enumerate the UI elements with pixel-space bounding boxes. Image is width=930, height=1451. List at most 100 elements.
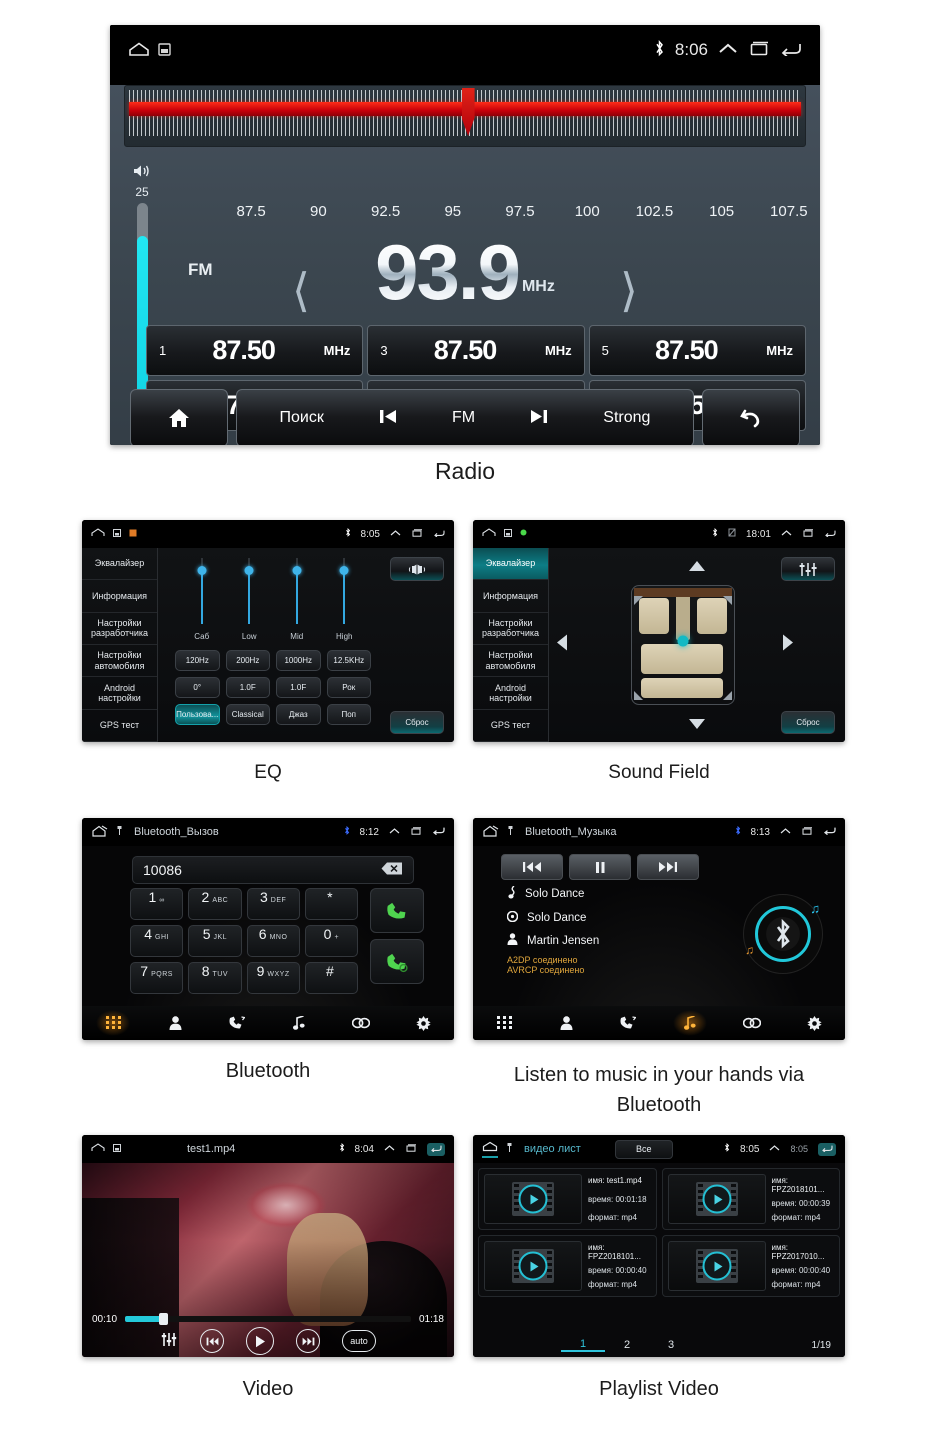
- sidebar-item-0[interactable]: Эквалайзер: [82, 548, 157, 581]
- chevron-up-icon[interactable]: [384, 1144, 395, 1155]
- home-icon[interactable]: [482, 528, 496, 540]
- playlist-grid[interactable]: имя: test1.mp4 время: 00:01:18 формат: mp4…: [478, 1168, 840, 1297]
- recents-icon[interactable]: [802, 528, 814, 540]
- back-icon[interactable]: [818, 1142, 836, 1156]
- next-track-button[interactable]: [637, 854, 699, 880]
- dial-key-4[interactable]: 4 GHI: [130, 925, 184, 957]
- video-controls[interactable]: auto: [82, 1327, 454, 1355]
- slider-knob[interactable]: [197, 566, 207, 575]
- eq-preset-button[interactable]: 1000Hz: [276, 650, 321, 671]
- sidebar-item-5[interactable]: GPS тест: [473, 710, 548, 742]
- playlist-screen[interactable]: видео лист Все 8:05 8:05 имя: test1.mp4 в…: [473, 1135, 845, 1357]
- dial-key-0[interactable]: 0 +: [304, 925, 358, 957]
- page-button-2[interactable]: 2: [605, 1339, 649, 1351]
- settings-sidebar[interactable]: Эквалайзер Информация Настройки разработчи…: [82, 548, 158, 742]
- settings-gear-icon[interactable]: [406, 1010, 440, 1036]
- eq-button-grid[interactable]: 120Hz 200Hz 1000Hz 12.5KHz 0° 1.0F 1.0F Рок Поль…: [175, 650, 371, 725]
- video-list-item[interactable]: имя: FPZ2018101... время: 00:00:39 формат:…: [661, 1168, 840, 1230]
- home-icon[interactable]: [91, 528, 105, 540]
- eq-preset-button[interactable]: Джаз: [276, 704, 321, 725]
- eq-preset-button[interactable]: 1.0F: [276, 677, 321, 698]
- home-icon[interactable]: [128, 42, 150, 59]
- preset-button[interactable]: 1 87.50 MHz: [146, 325, 364, 376]
- back-icon[interactable]: [780, 41, 802, 59]
- slider-knob[interactable]: [244, 566, 254, 575]
- recents-icon[interactable]: [405, 1143, 417, 1155]
- back-icon[interactable]: [433, 529, 445, 540]
- sidebar-item-4[interactable]: Android настройки: [473, 677, 548, 710]
- dial-key-2[interactable]: 2 ABC: [188, 888, 242, 920]
- eq-preset-button[interactable]: 120Hz: [175, 650, 220, 671]
- call-history-icon[interactable]: [220, 1010, 254, 1036]
- bluetooth-dial-screen[interactable]: Bluetooth_Вызов 8:12 10086 1 ∞ 2 ABC 3 DEF * 4 G…: [82, 818, 454, 1040]
- sf-up-button[interactable]: [689, 558, 705, 576]
- screenshot-icon[interactable]: [158, 42, 171, 59]
- video-seek-row[interactable]: 00:10 01:18: [82, 1311, 454, 1327]
- playlist-pager[interactable]: 1 2 3 1/19: [473, 1335, 845, 1355]
- slider-knob[interactable]: [339, 566, 349, 575]
- play-button[interactable]: [246, 1327, 274, 1355]
- dial-key-1[interactable]: 1 ∞: [130, 888, 184, 920]
- eq-preset-button[interactable]: Пользова...: [175, 704, 220, 725]
- back-icon[interactable]: [427, 1142, 445, 1156]
- dial-key-5[interactable]: 5 JKL: [188, 925, 242, 957]
- eq-reset-button[interactable]: Сброс: [390, 711, 444, 734]
- eq-slider-group[interactable]: Саб Low Mid High: [178, 556, 368, 648]
- home-button[interactable]: [130, 389, 228, 445]
- video-thumbnail[interactable]: [484, 1174, 582, 1224]
- play-icon[interactable]: [702, 1184, 731, 1214]
- eq-preset-button[interactable]: 200Hz: [225, 650, 270, 671]
- eq-preset-button[interactable]: Поп: [326, 704, 371, 725]
- eq-preset-button[interactable]: 0°: [175, 677, 220, 698]
- backspace-icon[interactable]: [381, 862, 403, 878]
- sf-reset-button[interactable]: Сброс: [781, 711, 835, 734]
- signal-strength-label[interactable]: Strong: [603, 409, 650, 427]
- eq-preset-button[interactable]: 1.0F: [225, 677, 270, 698]
- chevron-up-icon[interactable]: [390, 529, 401, 540]
- bt-tab-bar[interactable]: [82, 1006, 454, 1040]
- equalizer-button[interactable]: [781, 557, 835, 581]
- bt-music-screen[interactable]: Bluetooth_Музыка 8:13 Solo Dance Solo Da…: [473, 818, 845, 1040]
- hangup-button[interactable]: [370, 939, 424, 984]
- sidebar-item-3[interactable]: Настройки автомобиля: [82, 645, 157, 678]
- sidebar-item-5[interactable]: GPS тест: [82, 710, 157, 742]
- video-thumbnail[interactable]: [667, 1241, 766, 1291]
- video-thumbnail[interactable]: [484, 1241, 582, 1291]
- skip-next-icon[interactable]: [528, 405, 550, 431]
- contacts-icon[interactable]: [549, 1010, 583, 1036]
- radio-tuner-scale[interactable]: [124, 85, 806, 147]
- video-list-item[interactable]: имя: FPZ2018101... время: 00:00:40 формат:…: [478, 1235, 657, 1297]
- dial-key-9[interactable]: 9 WXYZ: [246, 962, 300, 994]
- video-list-item[interactable]: имя: FPZ2017010... время: 00:00:40 формат:…: [661, 1235, 840, 1297]
- sidebar-item-1[interactable]: Информация: [82, 580, 157, 613]
- video-content[interactable]: 00:10 01:18 auto: [82, 1163, 454, 1357]
- auto-button[interactable]: auto: [342, 1330, 376, 1352]
- dialpad-icon[interactable]: [487, 1010, 521, 1036]
- recents-icon[interactable]: [748, 41, 770, 59]
- dial-key-*[interactable]: *: [304, 888, 358, 920]
- radio-control-bar[interactable]: Поиск FM Strong: [236, 389, 694, 445]
- music-note-icon[interactable]: [673, 1010, 707, 1036]
- next-track-button[interactable]: [296, 1329, 320, 1353]
- link-icon[interactable]: [735, 1010, 769, 1036]
- dial-key-8[interactable]: 8 TUV: [188, 962, 242, 994]
- back-icon[interactable]: [824, 529, 836, 540]
- eq-slider[interactable]: High: [321, 556, 369, 648]
- playlist-content[interactable]: имя: test1.mp4 время: 00:01:18 формат: mp4…: [473, 1163, 845, 1357]
- sf-down-button[interactable]: [689, 716, 705, 734]
- page-button-1[interactable]: 1: [561, 1338, 605, 1352]
- sound-focus-dot[interactable]: [677, 635, 689, 647]
- dial-key-#[interactable]: #: [304, 962, 358, 994]
- back-icon[interactable]: [432, 826, 445, 838]
- btm-tab-bar[interactable]: [473, 1006, 845, 1040]
- back-icon[interactable]: [823, 826, 836, 838]
- dial-key-6[interactable]: 6 MNO: [246, 925, 300, 957]
- prev-track-button[interactable]: [200, 1329, 224, 1353]
- dial-key-7[interactable]: 7 PQRS: [130, 962, 184, 994]
- chevron-up-icon[interactable]: [718, 42, 738, 59]
- play-icon[interactable]: [702, 1251, 731, 1281]
- call-history-icon[interactable]: [611, 1010, 645, 1036]
- music-note-icon[interactable]: [282, 1010, 316, 1036]
- settings-sidebar[interactable]: Эквалайзер Информация Настройки разработчи…: [473, 548, 549, 742]
- call-button[interactable]: [370, 888, 424, 933]
